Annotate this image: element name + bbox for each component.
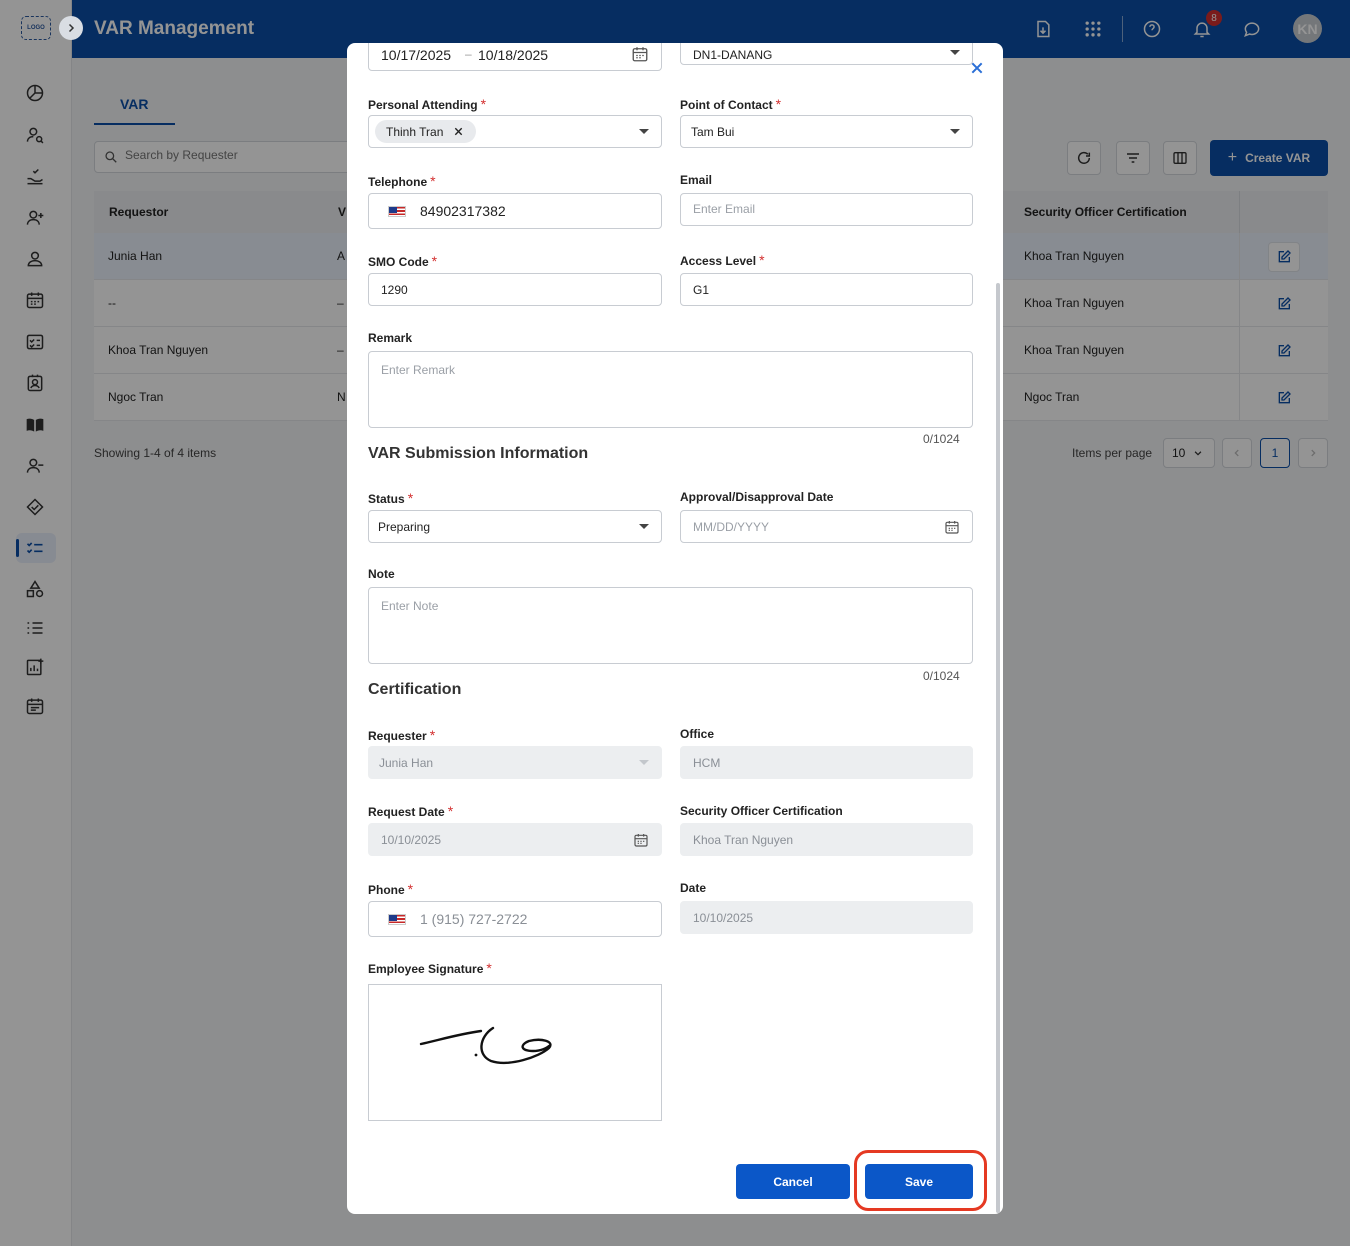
- smo-code-label: SMO Code *: [368, 253, 438, 269]
- approval-date-field[interactable]: MM/DD/YYYY: [680, 510, 973, 543]
- email-field[interactable]: [680, 193, 973, 226]
- phone-value: 1 (915) 727-2722: [420, 911, 528, 927]
- request-date-value: 10/10/2025: [381, 833, 442, 847]
- location-select[interactable]: DN1-DANANG: [680, 43, 973, 65]
- access-level-value: G1: [693, 283, 710, 297]
- date-range-field[interactable]: 10/17/2025 – 10/18/2025: [368, 43, 662, 71]
- telephone-label: Telephone *: [368, 173, 436, 189]
- remark-counter: 0/1024: [923, 432, 960, 446]
- date-range-separator: –: [465, 47, 472, 61]
- smo-code-field[interactable]: 1290: [368, 273, 662, 306]
- attendee-chip-label: Thinh Tran: [386, 124, 444, 139]
- save-button-highlight: [854, 1150, 987, 1211]
- date-range-start: 10/17/2025: [381, 47, 452, 63]
- office-label: Office: [680, 727, 715, 741]
- edit-var-modal: 10/17/2025 – 10/18/2025 DN1-DANANG Perso…: [347, 43, 1003, 1214]
- status-label: Status *: [368, 490, 414, 506]
- sidebar-expand-button[interactable]: [59, 16, 83, 40]
- attendee-chip: Thinh Tran: [375, 120, 477, 143]
- requester-label: Requester *: [368, 727, 436, 743]
- approval-date-label: Approval/Disapproval Date: [680, 490, 834, 504]
- remark-textarea[interactable]: Enter Remark: [368, 351, 973, 428]
- smo-code-value: 1290: [381, 283, 408, 297]
- approval-date-placeholder: MM/DD/YYYY: [693, 520, 770, 534]
- access-level-field[interactable]: G1: [680, 273, 973, 306]
- date-value: 10/10/2025: [693, 911, 754, 925]
- telephone-field[interactable]: 84902317382: [368, 193, 662, 229]
- us-flag-icon[interactable]: [388, 914, 406, 925]
- access-level-label: Access Level *: [680, 252, 765, 268]
- cancel-button[interactable]: Cancel: [736, 1164, 850, 1199]
- submission-section-title: VAR Submission Information: [368, 445, 589, 462]
- dropdown-caret-icon: [639, 524, 649, 529]
- email-label: Email: [680, 173, 713, 187]
- personal-attending-label: Personal Attending *: [368, 96, 487, 112]
- dropdown-caret-icon: [639, 760, 649, 765]
- point-of-contact-select[interactable]: Tam Bui: [680, 115, 973, 148]
- remove-chip-icon[interactable]: [453, 126, 464, 137]
- calendar-icon: [633, 832, 649, 851]
- date-field: 10/10/2025: [680, 901, 973, 934]
- phone-label: Phone *: [368, 881, 414, 897]
- certification-section-title: Certification: [368, 681, 462, 698]
- location-value: DN1-DANANG: [693, 48, 773, 62]
- remark-placeholder: Enter Remark: [381, 363, 456, 377]
- note-placeholder: Enter Note: [381, 599, 439, 613]
- office-value: HCM: [693, 756, 721, 770]
- dropdown-caret-icon: [950, 129, 960, 134]
- calendar-icon[interactable]: [944, 519, 960, 538]
- request-date-label: Request Date *: [368, 803, 454, 819]
- security-officer-value: Khoa Tran Nguyen: [693, 833, 794, 847]
- note-counter: 0/1024: [923, 669, 960, 683]
- office-field: HCM: [680, 746, 973, 779]
- phone-field[interactable]: 1 (915) 727-2722: [368, 901, 662, 937]
- point-of-contact-value: Tam Bui: [691, 125, 735, 139]
- signature-drawing: [419, 1026, 552, 1065]
- note-label: Note: [368, 567, 395, 581]
- date-label: Date: [680, 881, 707, 895]
- telephone-value: 84902317382: [420, 203, 506, 219]
- us-flag-icon[interactable]: [388, 206, 406, 217]
- dropdown-caret-icon: [639, 129, 649, 134]
- modal-scrollbar[interactable]: [996, 283, 1000, 1213]
- personal-attending-select[interactable]: Thinh Tran: [368, 115, 662, 148]
- signature-pad[interactable]: [368, 984, 662, 1121]
- chevron-right-icon: [68, 23, 75, 33]
- note-textarea[interactable]: Enter Note: [368, 587, 973, 664]
- point-of-contact-label: Point of Contact *: [680, 96, 782, 112]
- request-date-field: 10/10/2025: [368, 823, 662, 856]
- status-select[interactable]: Preparing: [368, 510, 662, 543]
- status-value: Preparing: [378, 520, 431, 534]
- dropdown-caret-icon: [950, 50, 960, 55]
- calendar-icon[interactable]: [631, 45, 649, 66]
- employee-signature-label: Employee Signature *: [368, 960, 492, 976]
- security-officer-field: Khoa Tran Nguyen: [680, 823, 973, 856]
- email-input[interactable]: [693, 202, 943, 216]
- requester-select: Junia Han: [368, 746, 662, 779]
- date-range-end: 10/18/2025: [478, 47, 549, 63]
- requester-value: Junia Han: [379, 756, 434, 770]
- security-officer-label: Security Officer Certification: [680, 804, 843, 818]
- remark-label: Remark: [368, 331, 413, 345]
